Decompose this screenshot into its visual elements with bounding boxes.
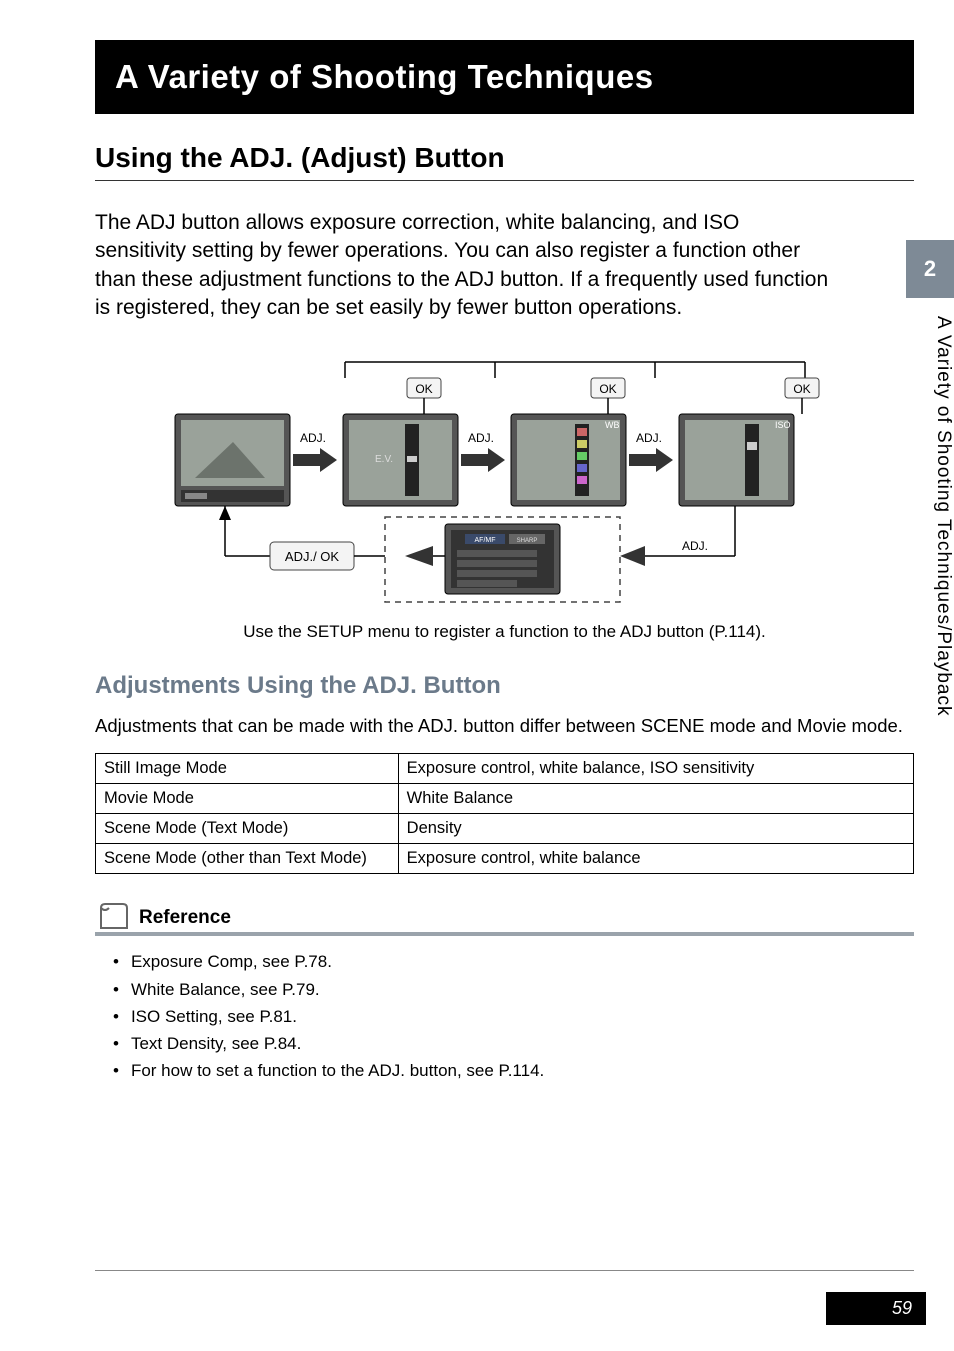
ok-label: OK [415,382,432,396]
ok-label: OK [793,382,810,396]
diagram-caption: Use the SETUP menu to register a functio… [95,622,914,642]
svg-text:AF/MF: AF/MF [474,537,495,544]
mode-cell: Scene Mode (Text Mode) [96,814,399,844]
reference-label: Reference [139,907,231,932]
settings-cell: Exposure control, white balance [398,844,913,874]
mode-cell: Scene Mode (other than Text Mode) [96,844,399,874]
chapter-banner: A Variety of Shooting Techniques [95,40,914,114]
list-item: White Balance, see P.79. [113,976,914,1003]
side-tab: 2 A Variety of Shooting Techniques/Playb… [906,240,954,830]
settings-cell: White Balance [398,784,913,814]
table-row: Scene Mode (other than Text Mode) Exposu… [96,844,914,874]
list-item: Exposure Comp, see P.78. [113,948,914,975]
section-title: Using the ADJ. (Adjust) Button [95,142,914,174]
svg-text:E.V.: E.V. [375,454,393,465]
sub-heading: Adjustments Using the ADJ. Button [95,672,914,700]
note-icon [95,898,135,932]
adj-ok-label: ADJ./ OK [284,549,339,564]
modes-table: Still Image Mode Exposure control, white… [95,753,914,874]
svg-text:SHARP: SHARP [516,538,537,544]
adj-label: ADJ. [635,431,661,445]
adj-flow-diagram: OK OK OK ADJ. [145,342,865,612]
reference-block: Reference Exposure Comp, see P.78. White… [95,902,914,1084]
section-rule [95,180,914,181]
settings-cell: Exposure control, white balance, ISO sen… [398,754,913,784]
footer-rule [95,1270,914,1271]
adj-label: ADJ. [467,431,493,445]
table-row: Still Image Mode Exposure control, white… [96,754,914,784]
chapter-number-badge: 2 [906,240,954,298]
settings-cell: Density [398,814,913,844]
table-row: Movie Mode White Balance [96,784,914,814]
adj-label: ADJ. [299,431,325,445]
mode-cell: Still Image Mode [96,754,399,784]
sub-paragraph: Adjustments that can be made with the AD… [95,714,914,739]
chapter-side-label: A Variety of Shooting Techniques/Playbac… [906,298,954,830]
list-item: Text Density, see P.84. [113,1030,914,1057]
mode-cell: Movie Mode [96,784,399,814]
intro-paragraph: The ADJ button allows exposure correctio… [95,209,835,322]
adj-label: ADJ. [681,539,707,553]
reference-list: Exposure Comp, see P.78. White Balance, … [95,948,914,1084]
list-item: For how to set a function to the ADJ. bu… [113,1057,914,1084]
table-row: Scene Mode (Text Mode) Density [96,814,914,844]
ok-label: OK [599,382,616,396]
svg-text:ISO: ISO [775,420,791,430]
list-item: ISO Setting, see P.81. [113,1003,914,1030]
page-number: 59 [826,1292,926,1325]
svg-text:WB: WB [605,420,620,430]
